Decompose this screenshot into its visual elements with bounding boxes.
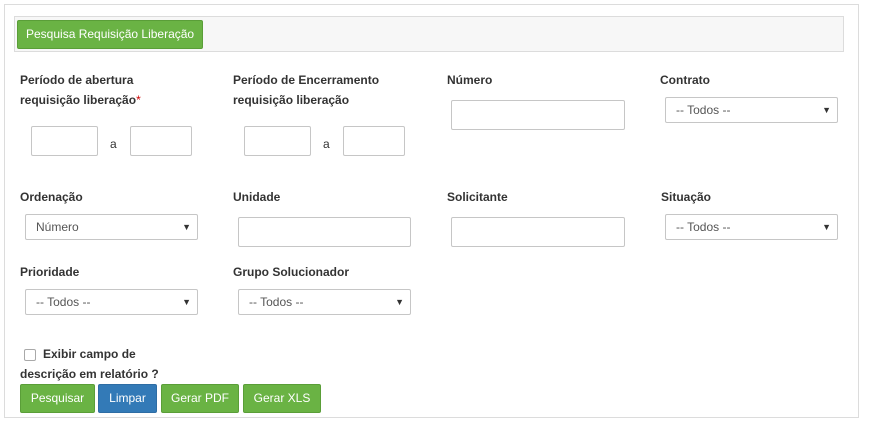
exibir-descricao-checkbox[interactable] [24, 349, 36, 361]
exibir-descricao-label-line1: Exibir campo de [43, 347, 136, 361]
chevron-down-icon: ▼ [182, 222, 191, 232]
chevron-down-icon: ▼ [182, 297, 191, 307]
unidade-input[interactable] [238, 217, 411, 247]
abertura-label-line1: Período de abertura [20, 73, 134, 87]
gerar-pdf-button[interactable]: Gerar PDF [161, 384, 239, 413]
ordenacao-select-value: Número [36, 220, 79, 234]
numero-label: Número [447, 73, 493, 87]
tab-pesquisa-requisicao-liberacao[interactable]: Pesquisa Requisição Liberação [17, 20, 204, 49]
abertura-start-input[interactable] [31, 126, 98, 156]
encerramento-range-separator: a [323, 137, 330, 151]
required-mark: * [136, 93, 141, 107]
abertura-end-input[interactable] [130, 126, 192, 156]
pesquisar-button[interactable]: Pesquisar [20, 384, 95, 413]
tab-bar: Pesquisa Requisição Liberação [14, 16, 844, 52]
prioridade-select[interactable]: -- Todos -- ▼ [25, 289, 198, 315]
ordenacao-select[interactable]: Número ▼ [25, 214, 198, 240]
unidade-label: Unidade [233, 190, 281, 204]
prioridade-label: Prioridade [20, 265, 80, 279]
ordenacao-label: Ordenação [20, 190, 83, 204]
abertura-label-line2: requisição liberação* [20, 90, 141, 111]
abertura-range-separator: a [110, 137, 117, 151]
situacao-select-value: -- Todos -- [676, 220, 731, 234]
prioridade-select-value: -- Todos -- [36, 295, 91, 309]
grupo-solucionador-select[interactable]: -- Todos -- ▼ [238, 289, 411, 315]
contrato-select-value: -- Todos -- [676, 103, 731, 117]
contrato-label: Contrato [660, 73, 710, 87]
exibir-descricao-label-line2: descrição em relatório ? [20, 367, 159, 381]
numero-input[interactable] [451, 100, 625, 130]
gerar-xls-button[interactable]: Gerar XLS [243, 384, 321, 413]
chevron-down-icon: ▼ [822, 105, 831, 115]
encerramento-end-input[interactable] [343, 126, 405, 156]
situacao-label: Situação [661, 190, 712, 204]
encerramento-label-line1: Período de Encerramento [233, 73, 380, 87]
grupo-solucionador-select-value: -- Todos -- [249, 295, 304, 309]
contrato-select[interactable]: -- Todos -- ▼ [665, 97, 838, 123]
encerramento-start-input[interactable] [244, 126, 311, 156]
chevron-down-icon: ▼ [822, 222, 831, 232]
situacao-select[interactable]: -- Todos -- ▼ [665, 214, 838, 240]
solicitante-input[interactable] [451, 217, 625, 247]
chevron-down-icon: ▼ [395, 297, 404, 307]
encerramento-label-line2: requisição liberação [233, 93, 350, 107]
solicitante-label: Solicitante [447, 190, 508, 204]
grupo-solucionador-label: Grupo Solucionador [233, 265, 349, 279]
limpar-button[interactable]: Limpar [98, 384, 157, 413]
abertura-label-text: requisição liberação [20, 93, 137, 107]
